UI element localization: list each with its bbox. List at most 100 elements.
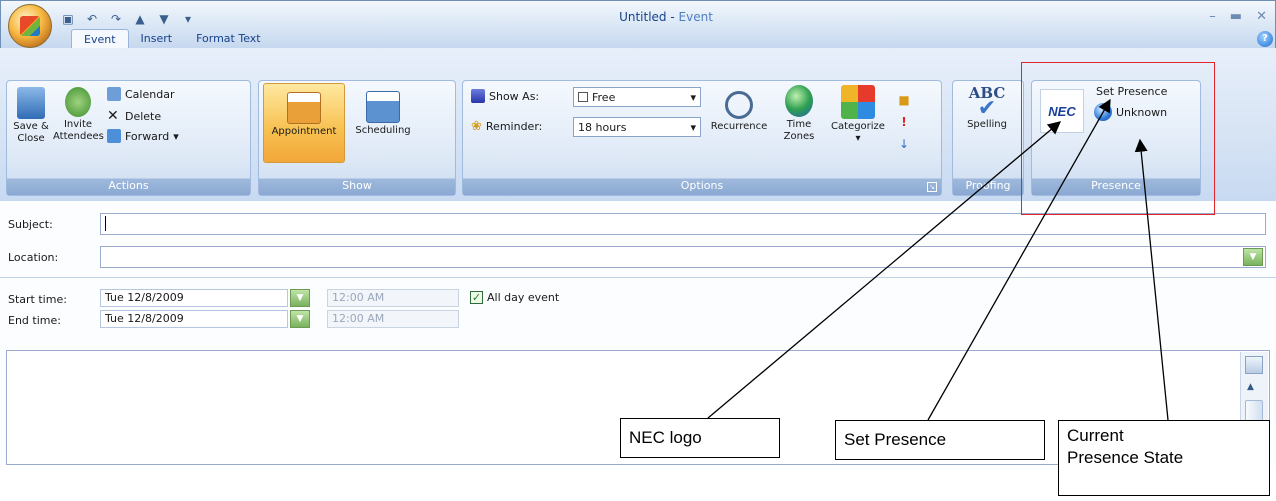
next-item-icon[interactable]: ▼ <box>155 10 173 28</box>
tab-event[interactable]: Event <box>71 29 129 49</box>
high-importance-icon[interactable]: ! <box>897 111 911 133</box>
spelling-check-icon: ✔ <box>977 96 997 121</box>
group-label-show: Show <box>259 178 455 195</box>
document-title: Untitled <box>619 10 667 24</box>
location-input[interactable]: ▼ <box>100 246 1266 268</box>
delete-icon: ✕ <box>107 108 119 124</box>
show-as-select[interactable]: Free ▾ <box>573 87 701 107</box>
callout-current-line2: Presence State <box>1067 448 1184 467</box>
close-icon[interactable]: ✕ <box>1256 9 1267 24</box>
calendar-icon <box>107 87 121 101</box>
scroll-up-icon[interactable]: ▲ <box>1247 382 1254 392</box>
subject-label: Subject: <box>8 218 53 231</box>
calendar-button[interactable]: Calendar <box>107 87 174 101</box>
option-flags: ■ ! ↓ <box>897 89 911 155</box>
maximize-icon[interactable]: ▬ <box>1230 9 1242 24</box>
customize-qat-icon[interactable]: ▾ <box>179 10 197 28</box>
recurrence-icon <box>725 91 753 119</box>
quick-access-toolbar: ▣ ↶ ↷ ▲ ▼ ▾ <box>59 8 197 30</box>
text-cursor <box>105 216 106 231</box>
chevron-down-icon: ▾ <box>690 90 696 104</box>
forward-button[interactable]: Forward ▾ <box>107 129 179 143</box>
window-title: Untitled - Event <box>501 10 831 24</box>
appointment-button[interactable]: Appointment <box>263 83 345 163</box>
calendar-label: Calendar <box>125 87 175 101</box>
title-separator: - <box>666 10 679 24</box>
delete-label: Delete <box>125 109 162 123</box>
ruler-toggle-icon[interactable] <box>1245 356 1263 374</box>
recurrence-label: Recurrence <box>710 121 768 132</box>
scheduling-button[interactable]: Scheduling <box>349 91 417 137</box>
delete-button[interactable]: ✕ Delete <box>107 108 161 124</box>
reminder-label-wrap: ❀ Reminder: <box>471 119 542 134</box>
location-label: Location: <box>8 251 59 264</box>
callout-nec-logo: NEC logo <box>620 418 780 458</box>
window-controls: – ▬ ✕ <box>1209 9 1267 24</box>
invite-attendees-button[interactable]: Invite Attendees <box>53 87 104 143</box>
reminder-value: 18 hours <box>578 120 627 134</box>
all-day-label: All day event <box>487 291 560 304</box>
undo-icon[interactable]: ↶ <box>83 10 101 28</box>
all-day-checkbox[interactable]: ✓ All day event <box>470 291 559 304</box>
group-proofing: ABC ✔ Spelling Proofing <box>952 80 1024 196</box>
help-icon[interactable]: ? <box>1257 31 1273 47</box>
recurrence-button[interactable]: Recurrence <box>707 91 771 133</box>
categorize-icon <box>841 85 875 119</box>
time-zones-label: Time Zones <box>783 119 815 142</box>
subject-input[interactable] <box>100 213 1266 235</box>
end-time-input: 12:00 AM <box>327 310 459 328</box>
group-actions: Save & Close Invite Attendees Calendar ✕… <box>6 80 251 196</box>
spelling-label: Spelling <box>967 119 1007 130</box>
end-time-label: End time: <box>8 314 61 327</box>
appointment-icon <box>287 92 321 124</box>
dialog-launcher-icon[interactable]: ↘ <box>927 182 937 192</box>
show-as-label-wrap: Show As: <box>471 89 539 103</box>
time-zones-button[interactable]: Time Zones <box>777 85 821 143</box>
private-lock-icon[interactable]: ■ <box>897 89 911 111</box>
bell-icon: ❀ <box>471 119 482 134</box>
app-title: Event <box>678 10 713 24</box>
end-date-dropdown-icon[interactable]: ▼ <box>290 310 310 328</box>
presence-highlight-box <box>1021 62 1215 215</box>
forward-label: Forward <box>125 129 170 143</box>
office-button[interactable] <box>8 4 52 48</box>
appointment-label: Appointment <box>271 126 337 137</box>
tab-format-text[interactable]: Format Text <box>184 29 273 49</box>
end-date-input[interactable]: Tue 12/8/2009 <box>100 310 288 328</box>
forward-icon <box>107 129 121 143</box>
chevron-down-icon: ▾ <box>690 120 696 134</box>
show-as-label: Show As: <box>489 89 540 103</box>
group-label-options: Options <box>463 178 941 195</box>
previous-item-icon[interactable]: ▲ <box>131 10 149 28</box>
divider <box>0 277 1276 278</box>
spelling-button[interactable]: ABC ✔ Spelling <box>957 86 1017 131</box>
start-time-input: 12:00 AM <box>327 289 459 307</box>
globe-icon <box>785 85 813 117</box>
save-icon[interactable]: ▣ <box>59 10 77 28</box>
title-bar: ▣ ↶ ↷ ▲ ▼ ▾ Untitled - Event – ▬ ✕ Event… <box>1 1 1275 49</box>
tab-insert[interactable]: Insert <box>129 29 185 49</box>
low-importance-icon[interactable]: ↓ <box>897 133 911 155</box>
callout-set-presence: Set Presence <box>835 420 1045 460</box>
start-date-dropdown-icon[interactable]: ▼ <box>290 289 310 307</box>
chevron-down-icon: ▾ <box>855 133 861 144</box>
checkbox-check-icon: ✓ <box>470 291 483 304</box>
ribbon-tabs: Event Insert Format Text <box>71 29 273 49</box>
callout-current-presence-state: Current Presence State <box>1058 420 1270 496</box>
group-options: Show As: Free ▾ ❀ Reminder: 18 hours ▾ Recu… <box>462 80 942 196</box>
group-show: Appointment Scheduling Show <box>258 80 456 196</box>
location-dropdown-icon[interactable]: ▼ <box>1243 248 1263 266</box>
invite-attendees-icon <box>65 87 91 117</box>
reminder-label: Reminder: <box>485 120 543 133</box>
categorize-button[interactable]: Categorize ▾ <box>827 85 889 145</box>
scheduling-label: Scheduling <box>355 125 411 136</box>
invite-attendees-label: Invite Attendees <box>53 119 104 142</box>
start-date-input[interactable]: Tue 12/8/2009 <box>100 289 288 307</box>
redo-icon[interactable]: ↷ <box>107 10 125 28</box>
save-close-button[interactable]: Save & Close <box>11 87 51 145</box>
reminder-select[interactable]: 18 hours ▾ <box>573 117 701 137</box>
minimize-icon[interactable]: – <box>1209 9 1216 24</box>
group-label-actions: Actions <box>7 178 250 195</box>
callout-current-line1: Current <box>1067 426 1124 445</box>
save-close-label: Save & Close <box>13 121 49 144</box>
